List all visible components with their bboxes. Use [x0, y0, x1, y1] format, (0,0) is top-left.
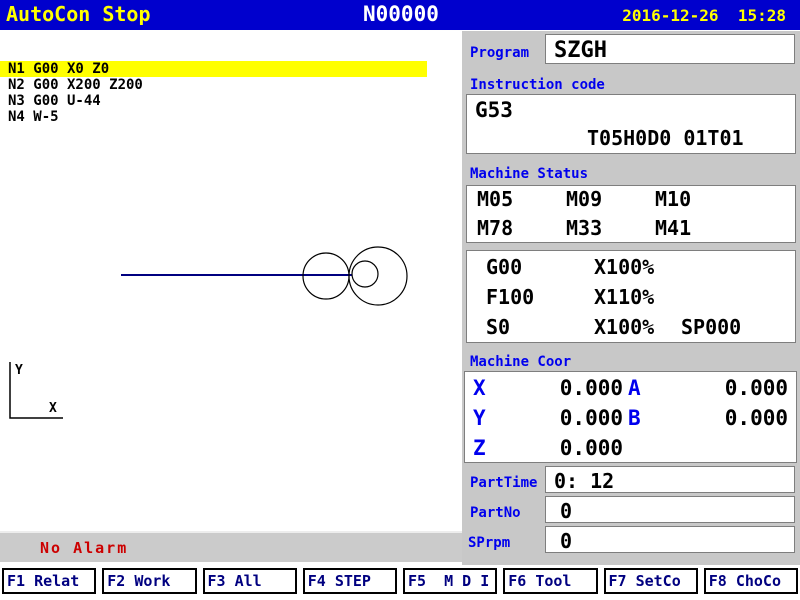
fkey-f3-all[interactable]: F3 All	[203, 568, 297, 594]
axis-name-y: Y	[473, 406, 486, 430]
sp-rpm-box: 0	[545, 526, 795, 553]
axis-value-z: 0.000	[503, 436, 623, 460]
mode-status-text: AutoCon Stop	[6, 2, 151, 26]
program-label: Program	[470, 45, 529, 61]
spindle-value: S0	[486, 315, 510, 339]
toolpath-circle-right	[349, 247, 407, 305]
instruction-code-label: Instruction code	[470, 77, 605, 93]
rapid-override: X100%	[594, 255, 654, 279]
spindle-override: X100%	[594, 315, 654, 339]
title-bar: AutoCon Stop N00000 2016-12-26 15:28	[0, 0, 800, 30]
instruction-gcode: G53	[475, 98, 513, 122]
program-line: N3 G00 U-44	[0, 93, 427, 109]
program-listing: N1 G00 X0 Z0 N2 G00 X200 Z200 N3 G00 U-4…	[0, 61, 462, 125]
program-line: N2 G00 X200 Z200	[0, 77, 427, 93]
axis-name-b: B	[628, 406, 641, 430]
toolpath-circle-left	[303, 253, 349, 299]
instruction-code-box: G53 T05H0D0 01T01	[466, 94, 796, 154]
axis-name-z: Z	[473, 436, 486, 460]
spindle-speed-code: SP000	[681, 315, 741, 339]
alarm-bar: No Alarm	[0, 531, 465, 562]
machine-coor-box: X 0.000 A 0.000 Y 0.000 B 0.000 Z 0.000	[464, 371, 797, 463]
fkey-f4-step[interactable]: F4 STEP	[303, 568, 397, 594]
m-code: M10	[655, 187, 691, 211]
sp-rpm-value: 0	[560, 529, 572, 553]
m-code: M78	[477, 216, 513, 240]
fkey-f7-setco[interactable]: F7 SetCo	[604, 568, 698, 594]
fkey-f1-relat[interactable]: F1 Relat	[2, 568, 96, 594]
axis-label-x: X	[49, 401, 57, 416]
axis-value-b: 0.000	[668, 406, 788, 430]
program-line-current: N1 G00 X0 Z0	[0, 61, 427, 77]
fkey-f8-choco[interactable]: F8 ChoCo	[704, 568, 798, 594]
function-key-row: F1 Relat F2 Work F3 All F4 STEP F5 M D I…	[0, 568, 800, 596]
axis-name-a: A	[628, 376, 641, 400]
g-code-value: G00	[486, 255, 522, 279]
program-name-value: SZGH	[554, 38, 607, 63]
part-no-value: 0	[560, 499, 572, 523]
feed-override: X110%	[594, 285, 654, 309]
m-code: M09	[566, 187, 602, 211]
status-panel: Program SZGH Instruction code G53 T05H0D…	[462, 31, 800, 565]
part-time-value: 0: 12	[554, 469, 614, 493]
axis-value-y: 0.000	[503, 406, 623, 430]
machine-coor-label: Machine Coor	[470, 354, 571, 370]
part-no-box: 0	[545, 496, 795, 523]
m-code: M41	[655, 216, 691, 240]
axis-label-y: Y	[15, 363, 23, 378]
fkey-f2-work[interactable]: F2 Work	[102, 568, 196, 594]
machine-status-box: M05 M09 M10 M78 M33 M41	[466, 185, 796, 243]
sp-rpm-label: SPrpm	[468, 535, 510, 551]
program-line: N4 W-5	[0, 109, 427, 125]
axis-value-a: 0.000	[668, 376, 788, 400]
part-time-label: PartTime	[470, 475, 537, 491]
program-name-box: SZGH	[545, 34, 795, 64]
part-no-label: PartNo	[470, 505, 521, 521]
block-number: N00000	[363, 2, 439, 26]
fkey-f6-tool[interactable]: F6 Tool	[503, 568, 597, 594]
machine-status-label: Machine Status	[470, 166, 588, 182]
toolpath-circle-small	[352, 261, 378, 287]
cnc-screen: Y X AutoCon Stop N00000 2016-12-26 15:28…	[0, 0, 800, 600]
instruction-tool-code: T05H0D0 01T01	[587, 126, 744, 150]
m-code: M05	[477, 187, 513, 211]
datetime-text: 2016-12-26 15:28	[622, 6, 786, 25]
m-code: M33	[566, 216, 602, 240]
feed-speed-box: G00 X100% F100 X110% S0 X100% SP000	[466, 250, 796, 343]
axis-name-x: X	[473, 376, 486, 400]
axis-value-x: 0.000	[503, 376, 623, 400]
feedrate-value: F100	[486, 285, 534, 309]
alarm-message: No Alarm	[40, 539, 128, 557]
fkey-f5-mdi[interactable]: F5 M D I	[403, 568, 497, 594]
part-time-box: 0: 12	[545, 466, 795, 493]
axis-indicator-icon	[10, 362, 63, 418]
